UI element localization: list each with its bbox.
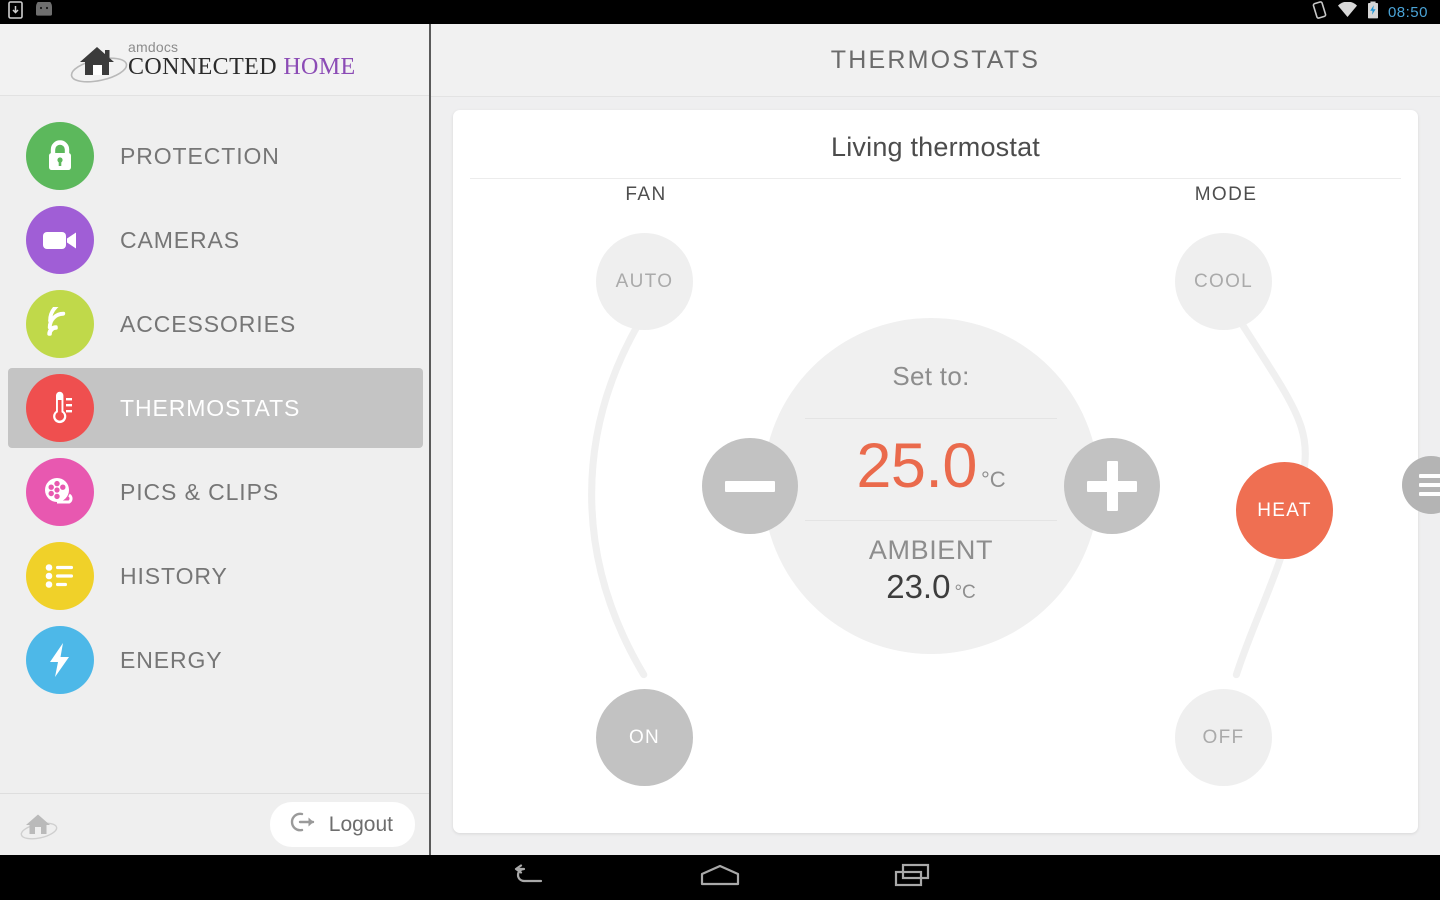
- sidebar-item-label: PROTECTION: [120, 142, 280, 169]
- setpoint-dial: Set to: 25.0 °C AMBIENT 23.0 °C: [763, 318, 1099, 654]
- home-icon: [699, 864, 741, 891]
- logout-button[interactable]: Logout: [269, 802, 415, 847]
- thermostat-card: Living thermostat FAN AUTO ON MODE COOL …: [453, 110, 1418, 833]
- vibrate-icon: [1311, 0, 1328, 24]
- brand-subtitle: amdocs: [128, 39, 179, 55]
- sidebar-footer: Logout: [0, 793, 429, 855]
- sidebar: amdocs CONNECTED HOME PROTECTION CAMERAS…: [0, 24, 431, 855]
- hamburger-icon-line-1: [1419, 474, 1440, 478]
- android-navigation-bar: [0, 855, 1440, 900]
- android-robot-icon: [33, 0, 55, 22]
- sidebar-item-accessories[interactable]: ACCESSORIES: [8, 284, 423, 364]
- brand-text: amdocs CONNECTED HOME: [128, 40, 356, 79]
- decrease-temperature-button[interactable]: [702, 438, 798, 534]
- sidebar-item-cameras[interactable]: CAMERAS: [8, 200, 423, 280]
- brand-title: CONNECTED HOME: [128, 55, 356, 79]
- hamburger-icon-line-2: [1419, 483, 1440, 487]
- mode-option-heat[interactable]: HEAT: [1236, 462, 1333, 559]
- brand-title-connected: CONNECTED: [128, 54, 284, 80]
- android-status-bar: 08:50: [0, 0, 1440, 24]
- thermostat-dial: FAN AUTO ON MODE COOL HEAT OFF Set to: 2…: [453, 110, 1418, 833]
- dial-divider-top: [805, 418, 1057, 419]
- setpoint-caption: Set to:: [892, 361, 970, 391]
- page-header: THERMOSTATS: [431, 24, 1440, 97]
- mode-option-cool[interactable]: COOL: [1175, 233, 1272, 330]
- plus-icon-vertical: [1106, 461, 1118, 511]
- ambient-unit: °C: [954, 582, 976, 603]
- back-icon: [511, 864, 545, 891]
- status-bar-system-icons: 08:50: [1311, 0, 1440, 24]
- thermometer-icon: [26, 374, 94, 442]
- download-notification-icon: [8, 0, 23, 24]
- video-camera-icon: [26, 206, 94, 274]
- recents-button[interactable]: [884, 861, 940, 895]
- sidebar-item-energy[interactable]: ENERGY: [8, 620, 423, 700]
- logout-label: Logout: [328, 812, 393, 836]
- setpoint-unit: °C: [980, 467, 1006, 492]
- lock-icon: [26, 122, 94, 190]
- sidebar-item-label: HISTORY: [120, 562, 228, 589]
- sidebar-item-thermostats[interactable]: THERMOSTATS: [8, 368, 423, 448]
- brand-title-home: HOME: [283, 54, 356, 80]
- sidebar-item-label: CAMERAS: [120, 226, 241, 253]
- mode-column-label: MODE: [1194, 184, 1258, 205]
- application-window: amdocs CONNECTED HOME PROTECTION CAMERAS…: [0, 24, 1440, 855]
- setpoint-value: 25.0: [856, 431, 977, 501]
- amdocs-house-logo: [68, 40, 130, 84]
- list-icon: [26, 542, 94, 610]
- fan-column-label: FAN: [625, 184, 667, 205]
- status-bar-notifications: [0, 0, 55, 24]
- sidebar-item-label: PICS & CLIPS: [120, 478, 280, 505]
- lightning-icon: [26, 626, 94, 694]
- status-bar-clock: 08:50: [1387, 3, 1428, 21]
- sidebar-item-pics-and-clips[interactable]: PICS & CLIPS: [8, 452, 423, 532]
- ambient-label: AMBIENT: [868, 535, 994, 565]
- device-screen: 08:50 amdocs CONNECTED HOME PROTECTION C…: [0, 0, 1440, 900]
- wifi-icon: [1337, 1, 1358, 23]
- sidebar-item-protection[interactable]: PROTECTION: [8, 116, 423, 196]
- card-container: Living thermostat FAN AUTO ON MODE COOL …: [431, 97, 1440, 855]
- home-button[interactable]: [692, 861, 748, 895]
- sidebar-item-label: ACCESSORIES: [120, 310, 297, 337]
- setpoint-value-group: 25.0 °C: [856, 435, 1005, 498]
- logout-arrow-icon: [288, 810, 316, 839]
- film-reel-icon: [26, 458, 94, 526]
- battery-charging-icon: [1367, 1, 1379, 24]
- home-orbit-icon[interactable]: [18, 809, 60, 841]
- sidebar-item-label: THERMOSTATS: [120, 394, 301, 421]
- ambient-value-group: 23.0 °C: [886, 570, 976, 604]
- brand-header: amdocs CONNECTED HOME: [0, 24, 429, 96]
- signal-wave-icon: [26, 290, 94, 358]
- hamburger-icon-line-3: [1419, 492, 1440, 496]
- dial-divider-bottom: [805, 520, 1057, 521]
- fan-option-auto[interactable]: AUTO: [596, 233, 693, 330]
- back-button[interactable]: [500, 861, 556, 895]
- increase-temperature-button[interactable]: [1064, 438, 1160, 534]
- sidebar-nav-list: PROTECTION CAMERAS ACCESSORIES THERMOSTA…: [0, 96, 429, 793]
- sidebar-item-label: ENERGY: [120, 646, 223, 673]
- fan-option-on[interactable]: ON: [596, 689, 693, 786]
- ambient-value: 23.0: [886, 568, 951, 605]
- sidebar-item-history[interactable]: HISTORY: [8, 536, 423, 616]
- minus-icon: [725, 480, 775, 492]
- recents-icon: [893, 863, 931, 892]
- mode-option-off[interactable]: OFF: [1175, 689, 1272, 786]
- content-area: THERMOSTATS Living thermostat FAN AUTO O…: [431, 24, 1440, 855]
- page-title: THERMOSTATS: [830, 45, 1041, 74]
